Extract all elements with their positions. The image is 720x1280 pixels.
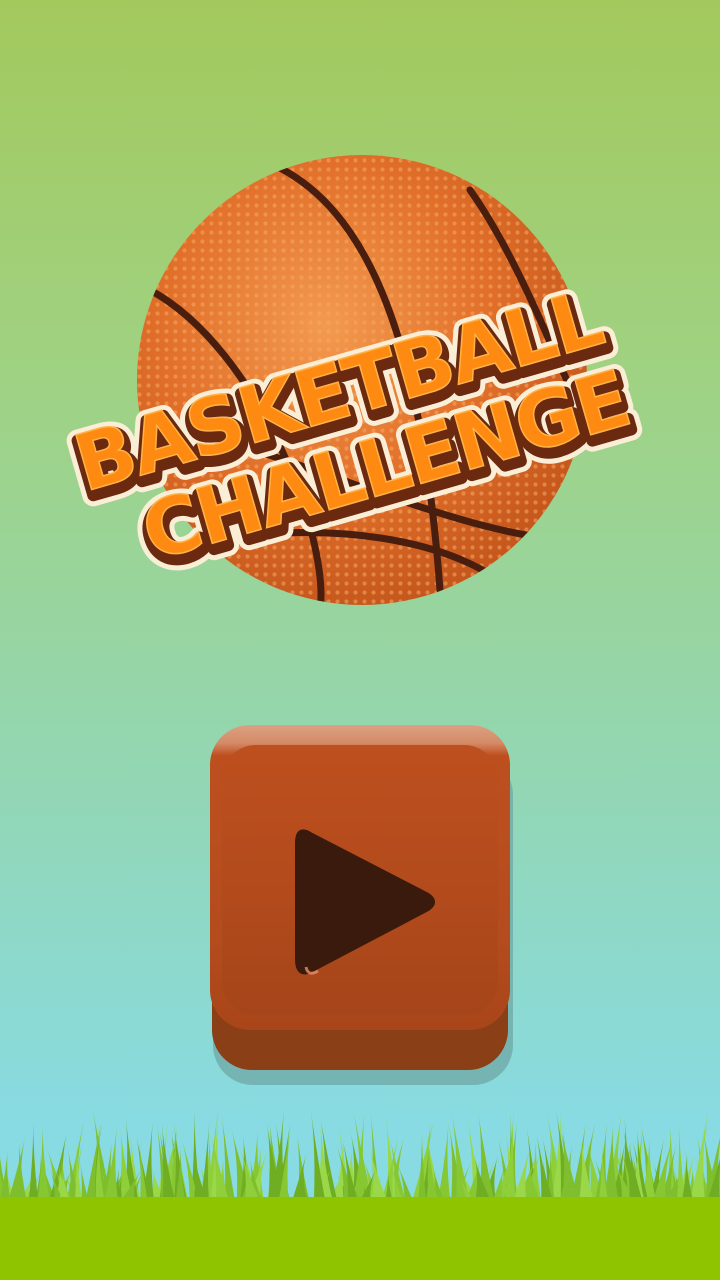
game-logo: BASKETBALL BASKETBALL BASKETBALL CHALLEN… — [0, 120, 720, 640]
play-icon — [295, 829, 435, 975]
start-screen: BASKETBALL BASKETBALL BASKETBALL CHALLEN… — [0, 0, 720, 1280]
play-button-container — [205, 725, 515, 1090]
grass-ground — [0, 1105, 720, 1280]
play-button[interactable] — [210, 725, 510, 1030]
